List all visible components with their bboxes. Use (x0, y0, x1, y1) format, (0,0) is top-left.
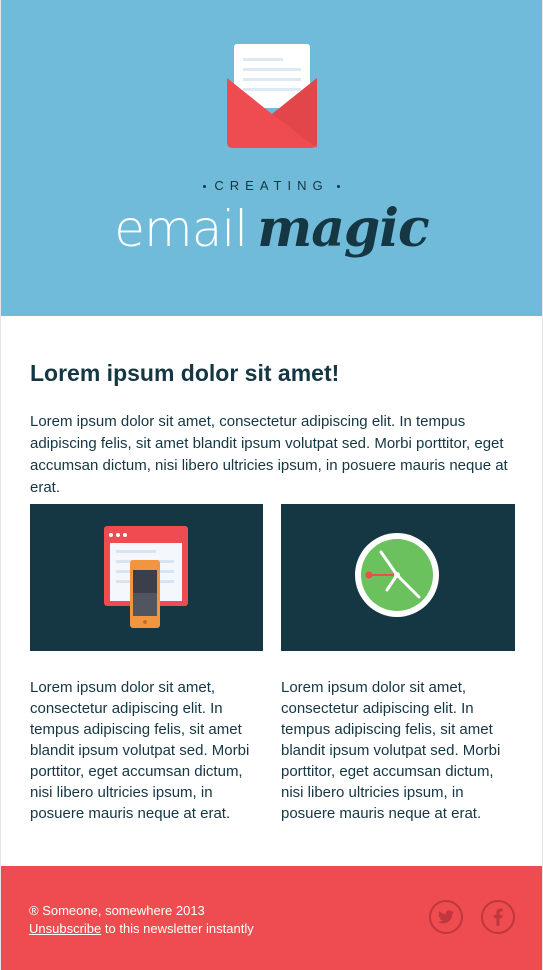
unsubscribe-suffix: to this newsletter instantly (101, 921, 254, 936)
twitter-icon (438, 910, 454, 924)
article-heading: Lorem ipsum dolor sit amet! (30, 360, 340, 386)
article-intro: Lorem ipsum dolor sit amet, consectetur … (30, 413, 508, 496)
footer-text: ® Someone, somewhere 2013 Unsubscribe to… (29, 902, 254, 938)
facebook-icon (493, 908, 503, 926)
devices-icon (104, 526, 188, 628)
column-image (281, 504, 515, 651)
main-content: Lorem ipsum dolor sit amet! Lorem ipsum … (30, 316, 516, 499)
column-left: Lorem ipsum dolor sit amet, consectetur … (30, 504, 263, 824)
column-image (30, 504, 263, 651)
brand-email-text: email (114, 200, 248, 258)
copyright-text: ® Someone, somewhere 2013 (29, 903, 205, 918)
brand-logo: email magic (1, 198, 542, 259)
facebook-button[interactable] (481, 900, 515, 934)
brand-magic-text: magic (257, 198, 429, 259)
column-left-text: Lorem ipsum dolor sit amet, consectetur … (30, 679, 250, 822)
unsubscribe-link[interactable]: Unsubscribe (29, 921, 101, 936)
separator-dot (203, 185, 207, 189)
tagline-text: CREATING (214, 178, 329, 193)
unsubscribe-line: Unsubscribe to this newsletter instantly (29, 920, 254, 938)
separator-dot (336, 185, 340, 189)
clock-icon (355, 533, 439, 617)
tagline: CREATING (1, 178, 542, 193)
envelope-icon (227, 44, 317, 148)
twitter-button[interactable] (429, 900, 463, 934)
column-right: Lorem ipsum dolor sit amet, consectetur … (281, 504, 515, 824)
email-page: CREATING email magic Lorem ipsum dolor si… (0, 0, 543, 970)
footer: ® Someone, somewhere 2013 Unsubscribe to… (1, 866, 542, 970)
column-right-text: Lorem ipsum dolor sit amet, consectetur … (281, 679, 501, 822)
header-banner: CREATING email magic (1, 0, 542, 316)
